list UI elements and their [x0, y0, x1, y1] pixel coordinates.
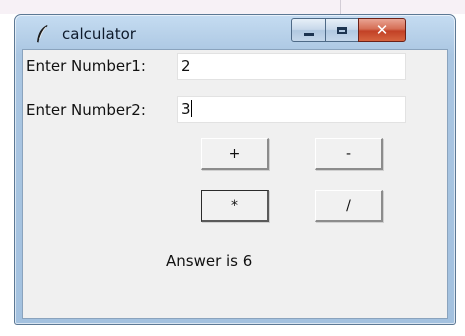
answer-label: Answer is 6: [166, 252, 253, 270]
calculator-window: calculator ✕ Enter Number1: 2 Enter Numb…: [14, 14, 456, 325]
number1-label: Enter Number1:: [26, 57, 146, 75]
number1-input[interactable]: 2: [177, 53, 406, 80]
window-client-area: Enter Number1: 2 Enter Number2: 3 + - * …: [22, 49, 448, 319]
add-button[interactable]: +: [201, 138, 269, 170]
number2-value: 3: [181, 100, 191, 118]
divide-button-label: /: [346, 197, 351, 214]
maximize-icon: [337, 26, 347, 34]
add-button-label: +: [228, 145, 241, 162]
minimize-button[interactable]: [291, 18, 326, 42]
minimize-icon: [303, 32, 314, 36]
multiply-button-label: *: [231, 197, 238, 214]
feather-icon: [35, 24, 49, 44]
subtract-button-label: -: [345, 145, 352, 162]
maximize-button[interactable]: [325, 18, 359, 42]
number1-value: 2: [181, 57, 191, 75]
divide-button[interactable]: /: [315, 190, 383, 222]
multiply-button[interactable]: *: [201, 190, 269, 222]
close-button[interactable]: ✕: [358, 18, 406, 42]
subtract-button[interactable]: -: [315, 138, 383, 170]
number2-label: Enter Number2:: [26, 101, 146, 119]
text-cursor: [190, 100, 192, 117]
desktop-divider: [340, 0, 341, 14]
window-title: calculator: [62, 25, 136, 43]
close-icon: ✕: [375, 21, 389, 39]
number2-input[interactable]: 3: [177, 96, 406, 123]
desktop-background: [0, 0, 465, 14]
title-bar[interactable]: calculator ✕: [15, 15, 455, 49]
